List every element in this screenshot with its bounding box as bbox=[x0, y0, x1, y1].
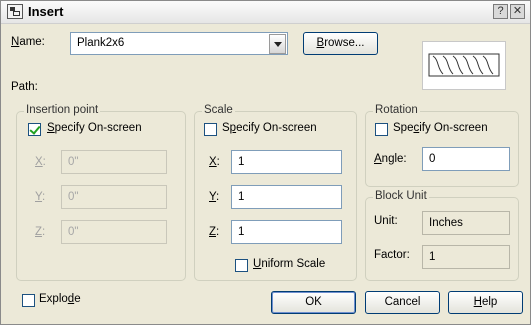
factor-label: Factor: bbox=[374, 249, 410, 261]
unit-label: Unit: bbox=[374, 215, 398, 227]
scale-x-label: X: bbox=[209, 156, 220, 168]
explode-checkbox[interactable] bbox=[22, 294, 35, 307]
name-label: Name: bbox=[11, 36, 45, 48]
help-button[interactable]: Help bbox=[448, 291, 523, 314]
uniform-scale-label[interactable]: Uniform Scale bbox=[253, 258, 325, 270]
browse-button[interactable]: Browse... bbox=[303, 32, 378, 55]
rotation-specify-label[interactable]: Specify On-screen bbox=[393, 122, 488, 134]
insertion-y-label: Y: bbox=[35, 191, 46, 203]
path-label: Path: bbox=[11, 81, 38, 93]
rotation-title: Rotation bbox=[373, 104, 420, 116]
rotation-angle-field[interactable]: 0 bbox=[422, 147, 510, 171]
block-name-value: Plank2x6 bbox=[77, 37, 125, 49]
insertion-x-label: X: bbox=[35, 156, 46, 168]
scale-y-label: Y: bbox=[209, 191, 220, 203]
block-name-combobox[interactable]: Plank2x6 bbox=[70, 32, 288, 55]
insertion-z-label: Z: bbox=[35, 226, 46, 238]
close-title-button[interactable]: ✕ bbox=[510, 4, 525, 19]
insert-dialog: Insert ? ✕ Name: Plank2x6 Browse... Path… bbox=[0, 0, 531, 325]
dialog-title: Insert bbox=[28, 4, 64, 19]
cancel-button[interactable]: Cancel bbox=[365, 291, 440, 314]
scale-z-label: Z: bbox=[209, 226, 220, 238]
angle-label: Angle: bbox=[374, 153, 407, 165]
unit-value-field: Inches bbox=[422, 211, 510, 235]
explode-label[interactable]: Explode bbox=[39, 293, 81, 305]
insertion-specify-checkbox[interactable] bbox=[28, 123, 41, 136]
block-unit-title: Block Unit bbox=[373, 190, 429, 202]
scale-z-field[interactable]: 1 bbox=[231, 220, 342, 244]
insertion-z-field: 0" bbox=[61, 220, 167, 244]
block-preview bbox=[422, 41, 506, 90]
chevron-down-icon[interactable] bbox=[269, 34, 286, 54]
ok-button[interactable]: OK bbox=[271, 291, 356, 314]
title-bar[interactable]: Insert ? ✕ bbox=[1, 1, 530, 24]
insertion-specify-label[interactable]: Specify On-screen bbox=[47, 122, 142, 134]
plank-preview-icon bbox=[428, 53, 500, 77]
scale-x-field[interactable]: 1 bbox=[231, 150, 342, 174]
scale-title: Scale bbox=[202, 104, 235, 116]
factor-value-field: 1 bbox=[422, 245, 510, 269]
insertion-point-title: Insertion point bbox=[24, 104, 101, 116]
scale-y-field[interactable]: 1 bbox=[231, 185, 342, 209]
insertion-x-field: 0" bbox=[61, 150, 167, 174]
scale-specify-label[interactable]: Specify On-screen bbox=[222, 122, 317, 134]
block-insert-icon bbox=[7, 4, 23, 19]
insertion-y-field: 0" bbox=[61, 185, 167, 209]
scale-specify-checkbox[interactable] bbox=[204, 123, 217, 136]
help-title-button[interactable]: ? bbox=[493, 4, 508, 19]
uniform-scale-checkbox[interactable] bbox=[235, 259, 248, 272]
rotation-specify-checkbox[interactable] bbox=[375, 123, 388, 136]
